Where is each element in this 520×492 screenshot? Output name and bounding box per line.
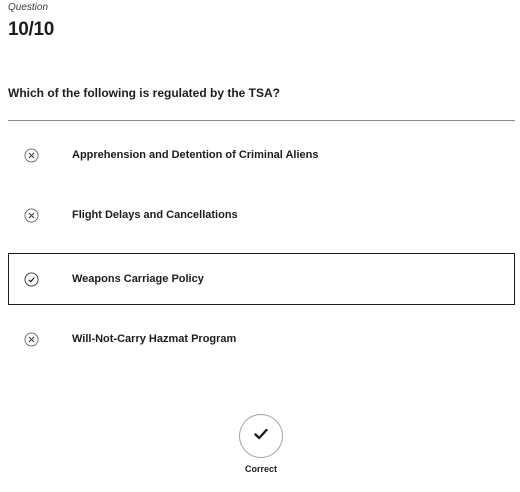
answer-label: Flight Delays and Cancellations: [72, 209, 238, 221]
question-label: Question: [8, 2, 49, 13]
answer-label: Apprehension and Detention of Criminal A…: [72, 149, 319, 161]
answer-option-4[interactable]: Will-Not-Carry Hazmat Program: [8, 313, 515, 365]
quiz-result-page: Question 10/10 Which of the following is…: [0, 0, 520, 492]
question-counter: 10/10: [8, 19, 55, 40]
x-circle-icon: [23, 207, 39, 223]
result-label: Correct: [244, 464, 277, 474]
question-text: Which of the following is regulated by t…: [8, 86, 280, 100]
result-badge: [239, 414, 283, 458]
divider: [8, 120, 515, 121]
answer-label: Will-Not-Carry Hazmat Program: [72, 333, 237, 345]
answer-label: Weapons Carriage Policy: [72, 273, 204, 285]
check-circle-icon: [23, 271, 39, 287]
checkmark-icon: [253, 426, 269, 447]
answer-option-2[interactable]: Flight Delays and Cancellations: [8, 189, 515, 241]
answer-option-3[interactable]: Weapons Carriage Policy: [8, 253, 515, 305]
answer-option-1[interactable]: Apprehension and Detention of Criminal A…: [8, 129, 515, 181]
x-circle-icon: [23, 331, 39, 347]
x-circle-icon: [23, 147, 39, 163]
